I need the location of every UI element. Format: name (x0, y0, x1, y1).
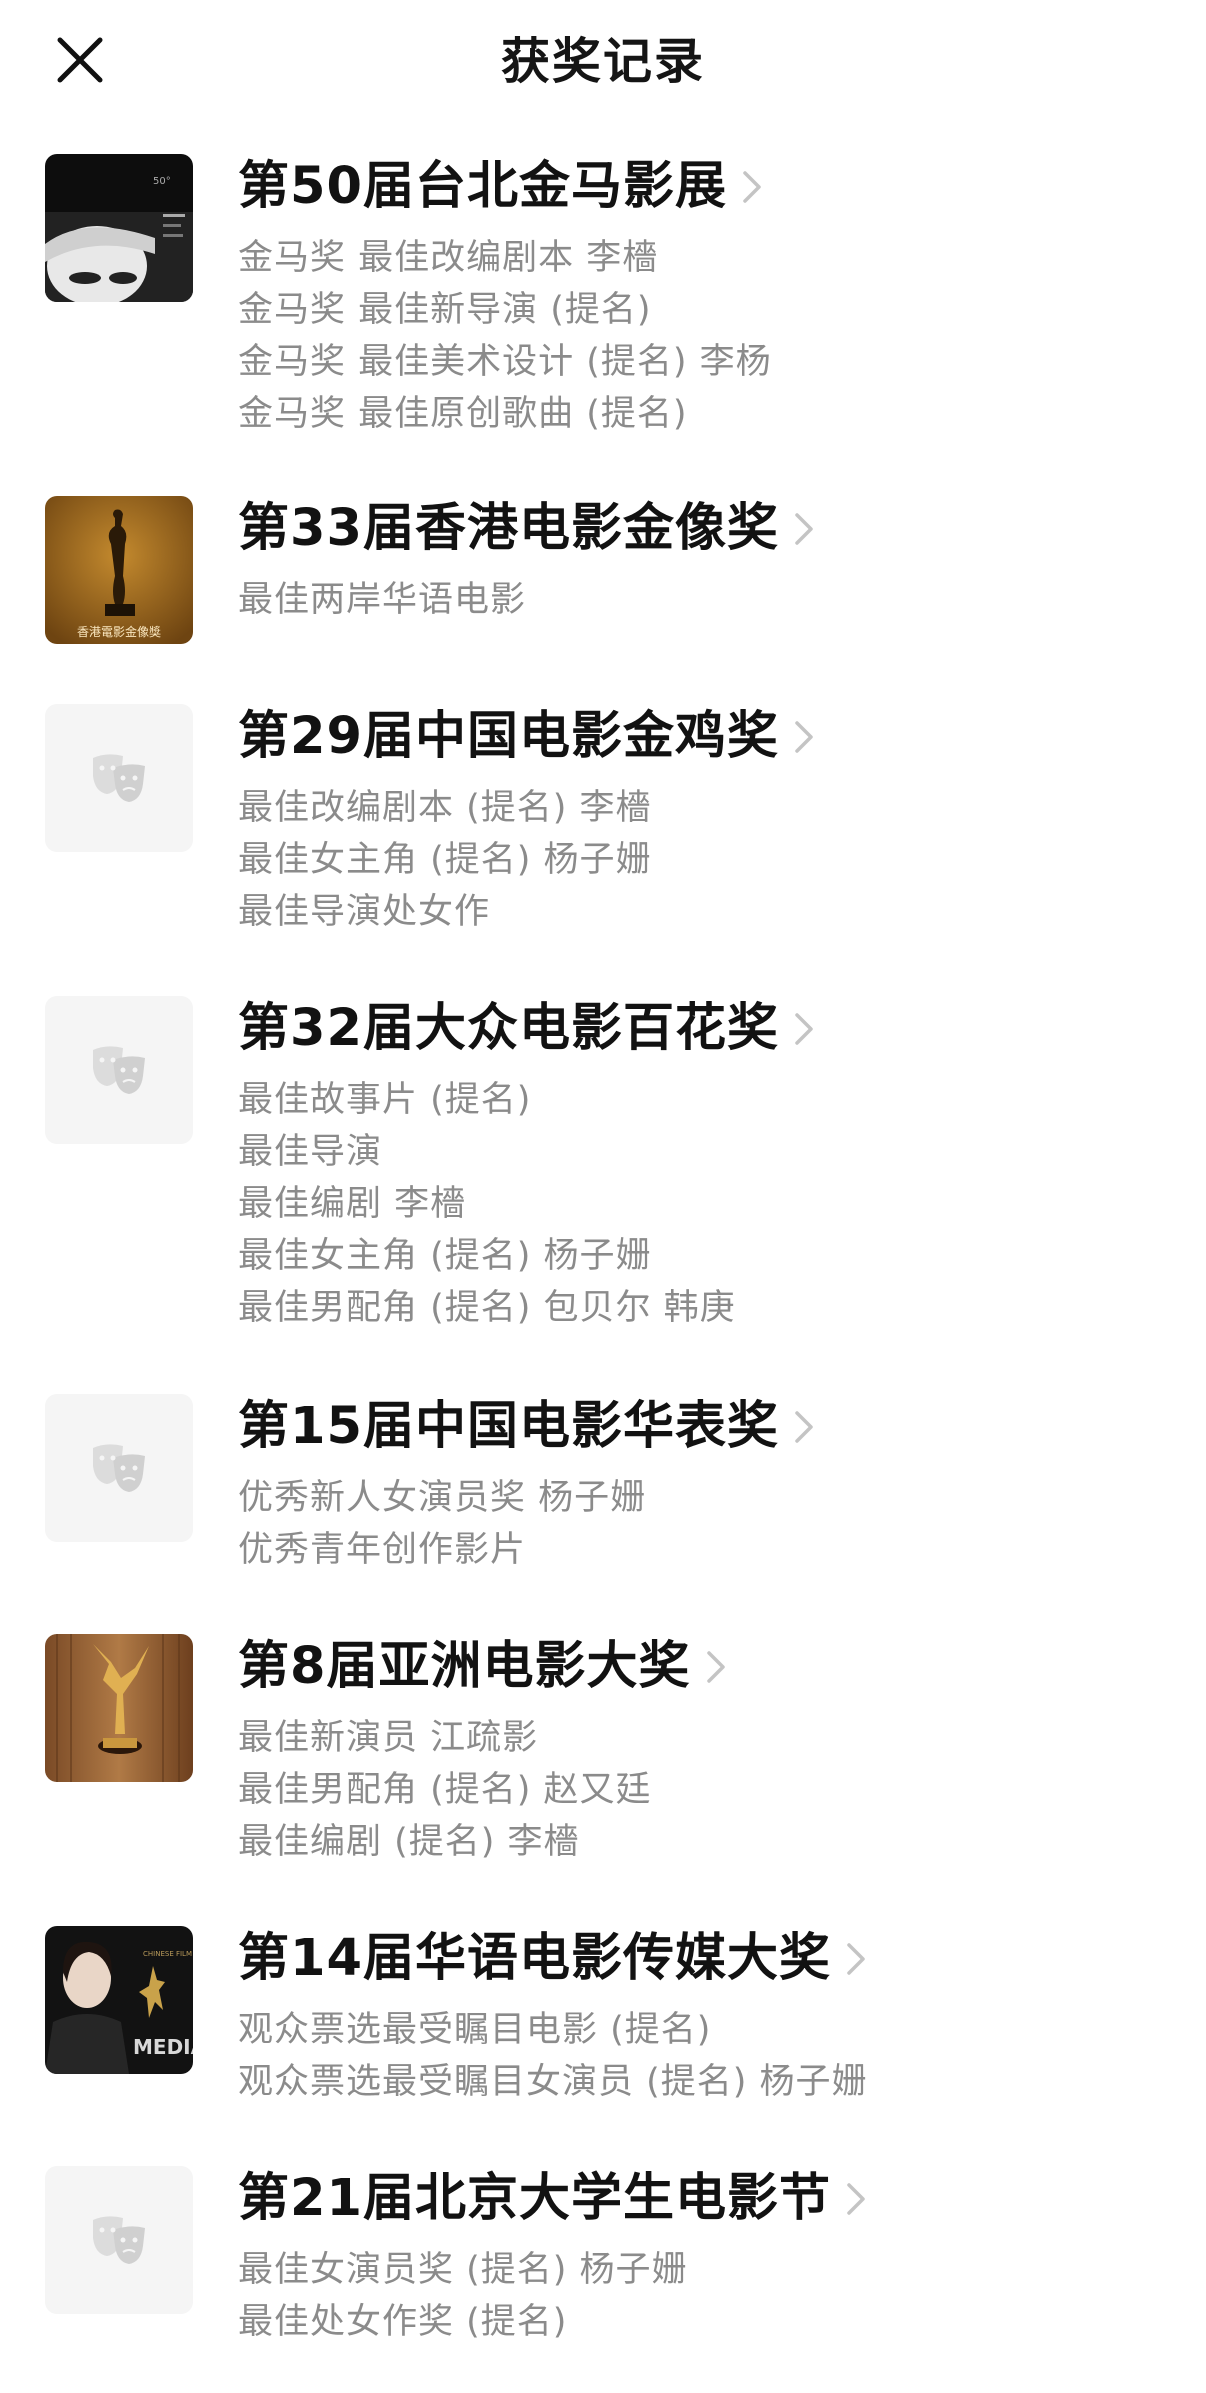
trophy-image (45, 1634, 193, 1782)
award-title: 第15届中国电影华表奖 (238, 1397, 779, 1456)
award-entry: 优秀新人女演员奖 杨子姗 (238, 1478, 647, 1518)
award-entry: 最佳编剧 李檣 (238, 1184, 467, 1224)
chevron-right-icon (847, 2183, 865, 2215)
theater-masks-icon (93, 1046, 145, 1094)
award-title-link[interactable]: 第21届北京大学生电影节 (238, 2166, 867, 2232)
award-entries: 最佳故事片 (提名) 最佳导演 最佳编剧 李檣 最佳女主角 (提名) 杨子姗 最… (238, 1074, 736, 1334)
thumbnail-placeholder (45, 704, 193, 852)
award-title: 第33届香港电影金像奖 (238, 499, 779, 558)
award-list: 50° 第50届台北金马影展 金马奖 最佳改编剧本 李檣 金马奖 最佳新导演 (… (0, 0, 1206, 2393)
thumbnail-placeholder (45, 2166, 193, 2314)
award-entry: 最佳故事片 (提名) (238, 1080, 532, 1120)
award-entry: 最佳处女作奖 (提名) (238, 2302, 568, 2342)
theater-masks-icon (93, 754, 145, 802)
chevron-right-icon (795, 1013, 813, 1045)
media-award-poster-image: CHINESE FILM MEDIA (45, 1926, 193, 2074)
award-entries: 最佳改编剧本 (提名) 李檣 最佳女主角 (提名) 杨子姗 最佳导演处女作 (238, 782, 652, 938)
award-title: 第8届亚洲电影大奖 (238, 1637, 691, 1696)
award-entry: 最佳女主角 (提名) 杨子姗 (238, 1236, 652, 1276)
award-title-link[interactable]: 第15届中国电影华表奖 (238, 1394, 815, 1460)
award-entry: 最佳改编剧本 (提名) 李檣 (238, 788, 652, 828)
award-entry: 观众票选最受瞩目女演员 (提名) 杨子姗 (238, 2062, 868, 2102)
theater-masks-icon (93, 1444, 145, 1492)
award-entry: 最佳男配角 (提名) 赵又廷 (238, 1770, 652, 1810)
thumbnail-placeholder (45, 1394, 193, 1542)
award-title-link[interactable]: 第32届大众电影百花奖 (238, 996, 815, 1062)
chevron-right-icon (795, 513, 813, 545)
chevron-right-icon (706, 1651, 725, 1683)
award-entry: 金马奖 最佳新导演 (提名) (238, 290, 652, 330)
award-entry: 优秀青年创作影片 (238, 1530, 527, 1570)
svg-text:50°: 50° (153, 176, 171, 187)
award-entries: 金马奖 最佳改编剧本 李檣 金马奖 最佳新导演 (提名) 金马奖 最佳美术设计 … (238, 232, 772, 440)
award-title-link[interactable]: 第14届华语电影传媒大奖 (238, 1926, 867, 1992)
award-entry: 最佳女演员奖 (提名) 杨子姗 (238, 2250, 688, 2290)
award-title: 第50届台北金马影展 (238, 157, 727, 216)
award-entry: 金马奖 最佳改编剧本 李檣 (238, 238, 659, 278)
svg-text:CHINESE FILM: CHINESE FILM (143, 1950, 192, 1958)
award-title: 第32届大众电影百花奖 (238, 999, 779, 1058)
award-entry: 最佳男配角 (提名) 包贝尔 韩庚 (238, 1288, 736, 1328)
award-entry: 最佳导演处女作 (238, 892, 491, 932)
award-entry: 最佳导演 (238, 1132, 383, 1172)
festival-poster-image: 50° (45, 154, 193, 302)
award-entry: 观众票选最受瞩目电影 (提名) (238, 2010, 712, 2050)
award-entry: 最佳两岸华语电影 (238, 580, 527, 620)
award-entries: 最佳新演员 江疏影 最佳男配角 (提名) 赵又廷 最佳编剧 (提名) 李檣 (238, 1712, 652, 1868)
award-entries: 最佳女演员奖 (提名) 杨子姗 最佳处女作奖 (提名) (238, 2244, 688, 2348)
chevron-right-icon (795, 721, 813, 753)
award-entries: 优秀新人女演员奖 杨子姗 优秀青年创作影片 (238, 1472, 646, 1576)
award-title-link[interactable]: 第8届亚洲电影大奖 (238, 1634, 727, 1700)
thumbnail-caption: 香港電影金像獎 (77, 624, 161, 639)
award-entry: 最佳新演员 江疏影 (238, 1718, 539, 1758)
trophy-image: 香港電影金像獎 (45, 496, 193, 644)
chevron-right-icon (743, 171, 761, 203)
award-entries: 观众票选最受瞩目电影 (提名) 观众票选最受瞩目女演员 (提名) 杨子姗 (238, 2004, 868, 2108)
award-entry: 最佳编剧 (提名) 李檣 (238, 1822, 580, 1862)
award-entry: 最佳女主角 (提名) 杨子姗 (238, 840, 652, 880)
award-entries: 最佳两岸华语电影 (238, 574, 526, 626)
award-title: 第14届华语电影传媒大奖 (238, 1929, 831, 1988)
chevron-right-icon (847, 1943, 865, 1975)
theater-masks-icon (93, 2216, 145, 2264)
award-title-link[interactable]: 第33届香港电影金像奖 (238, 496, 815, 562)
award-title: 第21届北京大学生电影节 (238, 2169, 831, 2228)
award-title: 第29届中国电影金鸡奖 (238, 707, 779, 766)
award-entry: 金马奖 最佳美术设计 (提名) 李杨 (238, 342, 772, 382)
award-entry: 金马奖 最佳原创歌曲 (提名) (238, 394, 688, 434)
chevron-right-icon (795, 1411, 813, 1443)
thumbnail-caption: MEDIA (133, 2035, 193, 2059)
thumbnail-placeholder (45, 996, 193, 1144)
award-title-link[interactable]: 第50届台北金马影展 (238, 154, 763, 220)
award-title-link[interactable]: 第29届中国电影金鸡奖 (238, 704, 815, 770)
